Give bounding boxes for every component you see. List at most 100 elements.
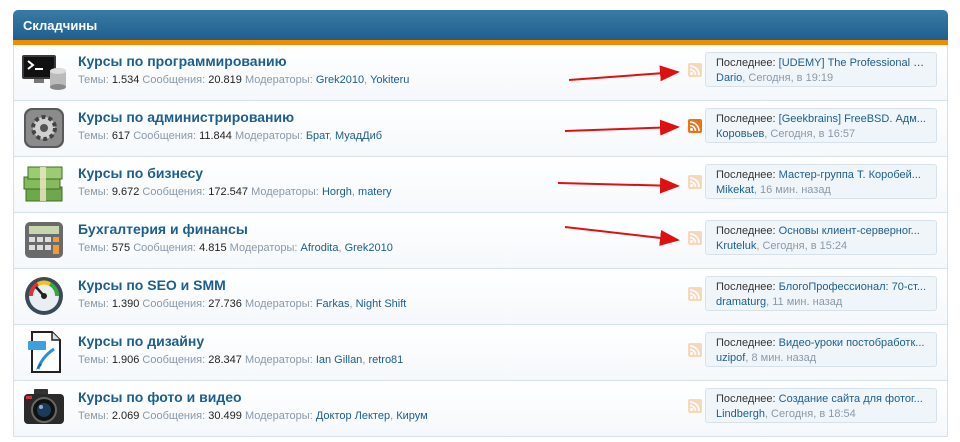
last-post-time: , 8 мин. назад [745, 352, 817, 364]
rss-feed-icon[interactable] [688, 399, 702, 413]
moderators-label: Модераторы: [229, 242, 298, 254]
last-user-link[interactable]: Коровьев [716, 128, 764, 140]
gauge-icon[interactable] [20, 273, 68, 319]
psd-file-icon[interactable] [20, 329, 68, 375]
messages-label: Сообщения: [133, 242, 196, 254]
last-thread-link[interactable]: [UDEMY] The Professional R... [779, 57, 926, 69]
topics-label: Темы: [78, 186, 109, 198]
node-title-link[interactable]: Курсы по программированию [78, 53, 287, 69]
calculator-icon[interactable] [20, 217, 68, 263]
last-label: Последнее: [716, 393, 776, 405]
topics-count: 1.390 [111, 298, 140, 310]
rss-feed-icon[interactable] [688, 119, 702, 133]
last-user-link[interactable]: Lindbergh [716, 408, 765, 420]
last-user-link[interactable]: Mikekat [716, 184, 754, 196]
last-thread-link[interactable]: Видео-уроки постобработк... [779, 337, 925, 349]
messages-count: 172.547 [208, 186, 248, 198]
moderator-link[interactable]: Yokiteru [370, 74, 409, 86]
node-stats: Темы: 1.390 Сообщения: 27.736 Модераторы… [78, 298, 407, 310]
forum-category: Складчины Курсы по программированию Темы… [13, 10, 948, 437]
topics-count: 1.906 [111, 354, 140, 366]
last-label: Последнее: [716, 113, 776, 125]
last-user-link[interactable]: uzipof [716, 352, 745, 364]
moderator-link[interactable]: Afrodita [301, 242, 339, 254]
category-header[interactable]: Складчины [13, 10, 948, 40]
topics-label: Темы: [78, 242, 109, 254]
node-stats: Темы: 1.906 Сообщения: 28.347 Модераторы… [78, 354, 404, 366]
forum-node: Бухгалтерия и финансы Темы: 575 Сообщени… [13, 213, 948, 269]
terminal-icon[interactable] [20, 49, 68, 95]
last-user-link[interactable]: Kruteluk [716, 240, 756, 252]
messages-count: 28.347 [208, 354, 242, 366]
messages-label: Сообщения: [142, 410, 206, 422]
topics-label: Темы: [78, 354, 109, 366]
node-stats: Темы: 2.069 Сообщения: 30.499 Модераторы… [78, 410, 428, 422]
money-icon[interactable] [20, 161, 68, 207]
rss-feed-icon[interactable] [688, 343, 702, 357]
last-post-time: , Сегодня, в 15:24 [756, 240, 848, 252]
last-post-time: , 16 мин. назад [753, 184, 831, 196]
rss-feed-icon[interactable] [688, 175, 702, 189]
last-post-box: Последнее: Создание сайта для фотог... L… [705, 388, 937, 423]
moderator-link[interactable]: Кирум [396, 410, 428, 422]
last-user-link[interactable]: Dario [716, 72, 742, 84]
forum-node: Курсы по дизайну Темы: 1.906 Сообщения: … [13, 325, 948, 381]
topics-count: 9.672 [111, 186, 140, 198]
last-post-time: , Сегодня, в 18:54 [764, 408, 856, 420]
node-title-link[interactable]: Курсы по бизнесу [78, 165, 203, 181]
last-post-box: Последнее: БлогоПрофессионал: 70-ст... d… [705, 276, 937, 311]
rss-feed-icon[interactable] [688, 231, 702, 245]
messages-count: 30.499 [208, 410, 242, 422]
rss-feed-icon[interactable] [688, 63, 702, 77]
moderators-label: Модераторы: [244, 354, 313, 366]
node-stats: Темы: 9.672 Сообщения: 172.547 Модератор… [78, 186, 392, 198]
messages-label: Сообщения: [133, 130, 196, 142]
moderator-link[interactable]: МуадДиб [335, 130, 382, 142]
moderator-link[interactable]: Доктор Лектер [316, 410, 390, 422]
last-post-time: , Сегодня, в 16:57 [764, 128, 856, 140]
moderators-label: Модераторы: [244, 410, 313, 422]
messages-label: Сообщения: [142, 186, 206, 198]
topics-label: Темы: [78, 410, 109, 422]
rss-feed-icon[interactable] [688, 287, 702, 301]
moderator-link[interactable]: Farkas [316, 298, 350, 310]
last-thread-link[interactable]: Создание сайта для фотог... [779, 393, 923, 405]
topics-label: Темы: [78, 130, 109, 142]
last-thread-link[interactable]: Мастер-группа Т. Коробей... [779, 169, 921, 181]
moderators-label: Модераторы: [251, 186, 319, 198]
gear-icon[interactable] [20, 105, 68, 151]
topics-label: Темы: [78, 298, 109, 310]
moderator-link[interactable]: Ian Gillan [316, 354, 362, 366]
topics-count: 617 [111, 130, 131, 142]
last-label: Последнее: [716, 281, 776, 293]
forum-node: Курсы по бизнесу Темы: 9.672 Сообщения: … [13, 157, 948, 213]
node-title-link[interactable]: Курсы по SEO и SMM [78, 277, 226, 293]
node-title-link[interactable]: Курсы по администрированию [78, 109, 294, 125]
last-thread-link[interactable]: [Geekbrains] FreeBSD. Адм... [779, 113, 926, 125]
moderator-link[interactable]: Horgh [322, 186, 352, 198]
messages-label: Сообщения: [142, 74, 206, 86]
moderators-label: Модераторы: [244, 298, 313, 310]
node-stats: Темы: 1.534 Сообщения: 20.819 Модераторы… [78, 74, 410, 86]
messages-count: 11.844 [199, 130, 232, 142]
messages-label: Сообщения: [142, 354, 206, 366]
moderator-link[interactable]: Grek2010 [345, 242, 393, 254]
moderator-link[interactable]: Grek2010 [316, 74, 364, 86]
moderator-link[interactable]: Night Shift [356, 298, 407, 310]
topics-count: 575 [111, 242, 131, 254]
last-user-link[interactable]: dramaturg [716, 296, 766, 308]
node-title-link[interactable]: Бухгалтерия и финансы [78, 221, 248, 237]
camera-icon[interactable] [20, 385, 68, 431]
node-title-link[interactable]: Курсы по дизайну [78, 333, 204, 349]
moderator-link[interactable]: Брат [306, 130, 329, 142]
last-thread-link[interactable]: Основы клиент-серверног... [779, 225, 920, 237]
messages-count: 27.736 [208, 298, 242, 310]
last-thread-link[interactable]: БлогоПрофессионал: 70-ст... [779, 281, 926, 293]
messages-count: 4.815 [199, 242, 227, 254]
moderator-link[interactable]: matery [358, 186, 392, 198]
category-title[interactable]: Складчины [23, 18, 97, 33]
last-post-box: Последнее: Основы клиент-серверног... Kr… [705, 220, 937, 255]
node-title-link[interactable]: Курсы по фото и видео [78, 389, 242, 405]
moderators-label: Модераторы: [234, 130, 303, 142]
moderator-link[interactable]: retro81 [368, 354, 403, 366]
